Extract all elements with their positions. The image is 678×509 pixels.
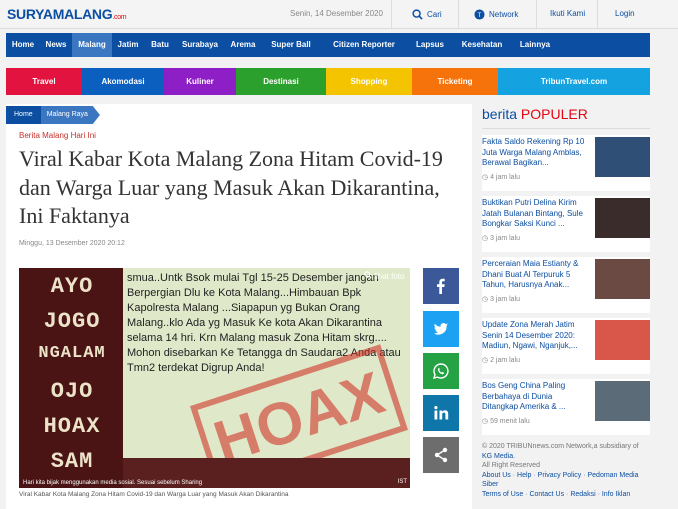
nav-item-news[interactable]: News: [40, 33, 72, 57]
popular-item[interactable]: Fakta Saldo Rekening Rp 10 Juta Warga Ma…: [482, 135, 650, 191]
footer-link-privacy-policy[interactable]: Privacy Policy: [538, 472, 582, 479]
photo-slogan: AYO JOGO NGALAM OJO HOAX SAM: [19, 268, 123, 488]
footer-links-row: About Us · Help · Privacy Policy · Pedom…: [482, 471, 650, 490]
linkedin-icon: [434, 406, 449, 420]
photo-slogan-word: HOAX: [43, 414, 101, 439]
nav-item-jatim[interactable]: Jatim: [112, 33, 144, 57]
popular-item-thumbnail[interactable]: [595, 320, 650, 360]
nav-item-batu[interactable]: Batu: [144, 33, 176, 57]
divider: [597, 0, 598, 29]
footer-links-row: Terms of Use · Contact Us · Redaksi · In…: [482, 490, 650, 500]
popular-item-time: 59 menit lalu: [482, 417, 530, 425]
popular-item-title[interactable]: Perceraian Maia Estianty & Dhani Buat Al…: [482, 259, 590, 291]
share-icon: [434, 447, 448, 463]
popular-item-title[interactable]: Bos Geng China Paling Berbahaya di Dunia…: [482, 381, 590, 413]
divider: [536, 0, 537, 29]
popular-item[interactable]: Update Zona Merah Jatim Senin 14 Desembe…: [482, 318, 650, 374]
current-date: Senin, 14 Desember 2020: [290, 9, 383, 18]
popular-item[interactable]: Bos Geng China Paling Berbahaya di Dunia…: [482, 379, 650, 435]
nav-item-surabaya[interactable]: Surabaya: [176, 33, 224, 57]
follow-button[interactable]: Ikuti Kami: [550, 9, 585, 18]
popular-item-time: 3 jam lalu: [482, 295, 520, 303]
popular-item-time: 4 jam lalu: [482, 173, 520, 181]
share-whatsapp-button[interactable]: [423, 353, 459, 389]
photo-credit: IST: [397, 479, 407, 485]
article-title: Viral Kabar Kota Malang Zona Hitam Covid…: [19, 146, 443, 229]
footer-link-redaksi[interactable]: Redaksi: [570, 491, 595, 498]
popular-item-thumbnail[interactable]: [595, 198, 650, 238]
lihat-foto-button[interactable]: lihat foto: [364, 271, 404, 281]
nav-item-malang[interactable]: Malang: [72, 33, 112, 57]
travel-nav: Travel Akomodasi Kuliner Destinasi Shopping T…: [6, 68, 650, 95]
travel-nav-tribuntravel-com[interactable]: TribunTravel.com: [498, 68, 650, 95]
photo-slogan-word: OJO: [50, 379, 94, 404]
divider: [458, 0, 459, 29]
popular-heading: berita POPULER: [482, 106, 588, 122]
search-button[interactable]: Cari: [412, 9, 442, 20]
photo-slogan-word: SAM: [50, 449, 94, 474]
divider: [482, 128, 650, 129]
footer: © 2020 TRIBUNnews.com Network,a subsidia…: [482, 442, 650, 499]
footer-link-terms-of-use[interactable]: Terms of Use: [482, 491, 523, 498]
footer-link-info-iklan[interactable]: Info Iklan: [602, 491, 630, 498]
nav-item-arema[interactable]: Arema: [224, 33, 262, 57]
login-button[interactable]: Login: [615, 9, 635, 18]
popular-item-thumbnail[interactable]: [595, 137, 650, 177]
divider: [391, 0, 392, 29]
facebook-icon: [437, 278, 445, 294]
popular-item-time: 3 jam lalu: [482, 234, 520, 242]
share-linkedin-button[interactable]: [423, 395, 459, 431]
network-button[interactable]: T Network: [474, 9, 518, 20]
photo-caption: Viral Kabar Kota Malang Zona Hitam Covid…: [19, 491, 289, 498]
popular-item-time: 2 jam lalu: [482, 356, 520, 364]
breadcrumb: Home Malang Raya: [6, 106, 100, 124]
footer-link-help[interactable]: Help: [517, 472, 531, 479]
photo-slogan-word: NGALAM: [38, 344, 106, 363]
popular-item-title[interactable]: Fakta Saldo Rekening Rp 10 Juta Warga Ma…: [482, 137, 590, 169]
whatsapp-icon: [433, 363, 449, 379]
travel-nav-akomodasi[interactable]: Akomodasi: [82, 68, 164, 95]
nav-item-lapsus[interactable]: Lapsus: [408, 33, 452, 57]
top-bar: SURYAMALANG.com Senin, 14 Desember 2020 …: [0, 0, 678, 29]
popular-item-thumbnail[interactable]: [595, 381, 650, 421]
search-icon: [412, 9, 423, 20]
popular-item-title[interactable]: Buktikan Putri Delina Kirim Jatah Bulana…: [482, 198, 590, 230]
popular-item[interactable]: Buktikan Putri Delina Kirim Jatah Bulana…: [482, 196, 650, 252]
travel-nav-ticketing[interactable]: Ticketing: [412, 68, 498, 95]
nav-item-home[interactable]: Home: [6, 33, 40, 57]
travel-nav-shopping[interactable]: Shopping: [326, 68, 412, 95]
copyright-text: © 2020 TRIBUNnews.com Network,a subsidia…: [482, 443, 639, 450]
travel-nav-destinasi[interactable]: Destinasi: [236, 68, 326, 95]
photo-slogan-word: JOGO: [43, 309, 101, 334]
article-date: Minggu, 13 Desember 2020 20:12: [19, 240, 125, 247]
rights-text: All Right Reserved: [482, 462, 540, 469]
nav-item-super-ball[interactable]: Super Ball: [262, 33, 320, 57]
share-twitter-button[interactable]: [423, 311, 459, 347]
zoom-icon: [364, 271, 372, 279]
svg-text:T: T: [478, 12, 482, 19]
breadcrumb-malang-raya[interactable]: Malang Raya: [40, 106, 100, 124]
nav-item-citizen-reporter[interactable]: Citizen Reporter: [320, 33, 408, 57]
share-more-button[interactable]: [423, 437, 459, 473]
popular-item-thumbnail[interactable]: [595, 259, 650, 299]
kg-media-link[interactable]: KG Media: [482, 453, 513, 460]
photo-slogan-word: AYO: [50, 274, 94, 299]
share-facebook-button[interactable]: [423, 268, 459, 304]
network-icon: T: [474, 9, 485, 20]
travel-nav-kuliner[interactable]: Kuliner: [164, 68, 236, 95]
twitter-icon: [434, 323, 448, 335]
nav-item-kesehatan[interactable]: Kesehatan: [452, 33, 512, 57]
article-kanal[interactable]: Berita Malang Hari Ini: [19, 131, 96, 140]
footer-link-about-us[interactable]: About Us: [482, 472, 511, 479]
footer-link-contact-us[interactable]: Contact Us: [529, 491, 564, 498]
popular-item[interactable]: Perceraian Maia Estianty & Dhani Buat Al…: [482, 257, 650, 313]
main-nav: Home News Malang Jatim Batu Surabaya Arema Supe…: [6, 33, 650, 57]
article-photo[interactable]: AYO JOGO NGALAM OJO HOAX SAM smua..Untk Bsok …: [19, 268, 410, 488]
popular-item-title[interactable]: Update Zona Merah Jatim Senin 14 Desembe…: [482, 320, 590, 352]
site-logo[interactable]: SURYAMALANG.com: [7, 6, 127, 22]
photo-inner-caption: Hari kita bijak menggunakan media sosial…: [23, 480, 203, 486]
nav-item-lainnya[interactable]: Lainnya: [512, 33, 558, 57]
breadcrumb-home[interactable]: Home: [6, 106, 41, 124]
travel-nav-travel[interactable]: Travel: [6, 68, 82, 95]
